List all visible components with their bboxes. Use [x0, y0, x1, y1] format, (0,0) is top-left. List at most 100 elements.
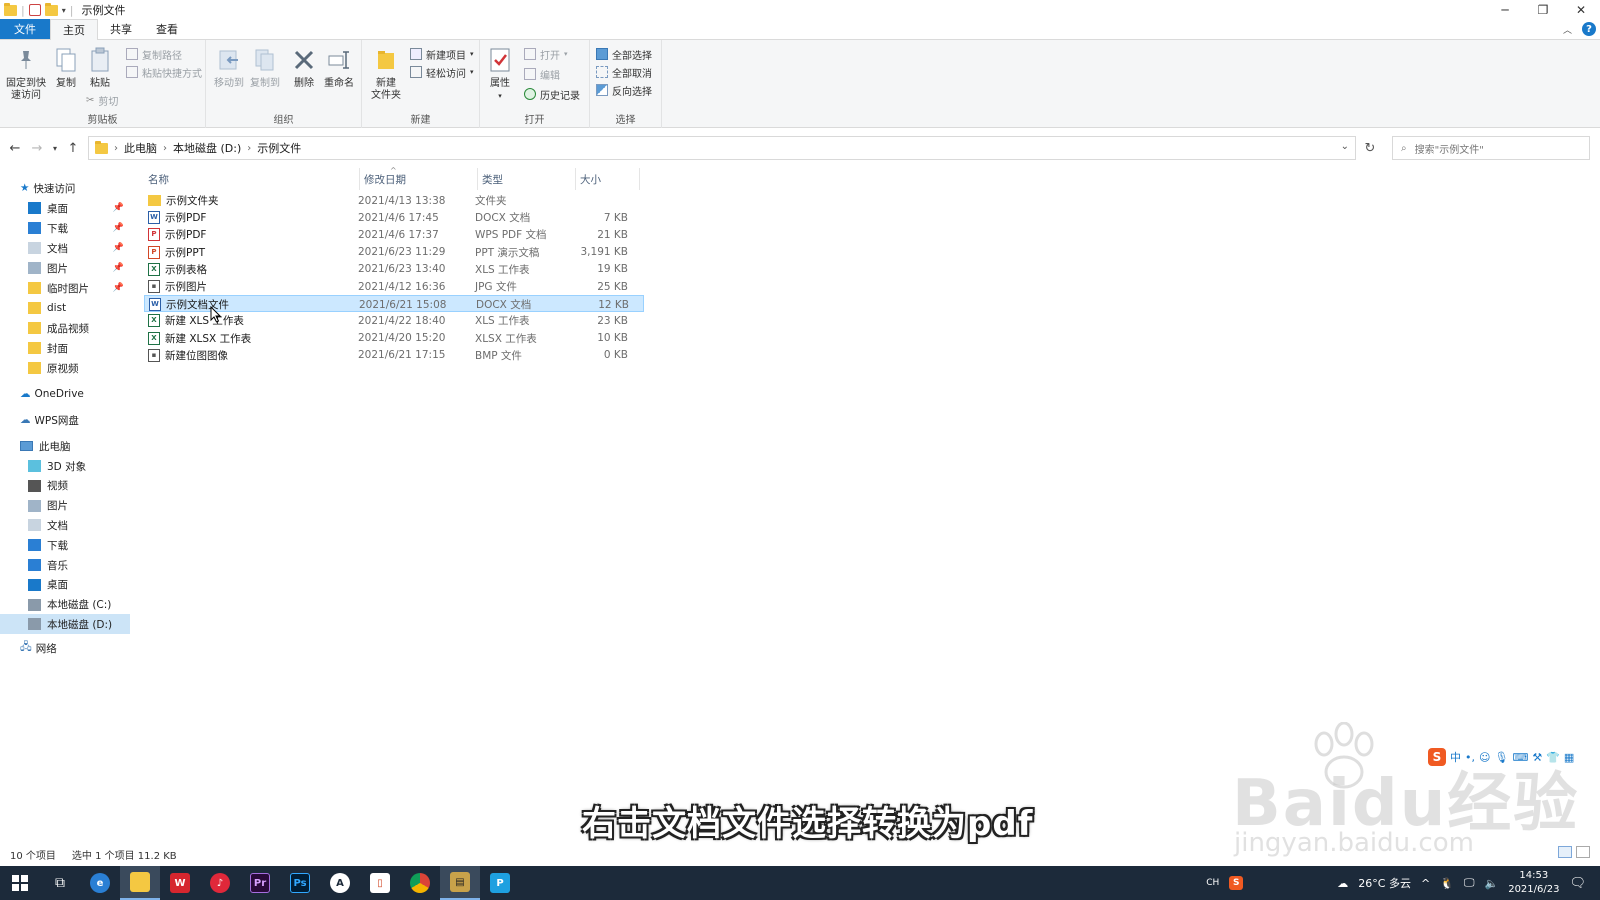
file-row[interactable]: ▪ 示例图片 2021/4/12 16:36 JPG 文件 25 KB — [144, 278, 644, 295]
help-icon[interactable]: ? — [1582, 22, 1596, 36]
clock[interactable]: 14:53 2021/6/23 — [1508, 869, 1559, 897]
notifications-icon[interactable]: 🗨 — [1569, 876, 1586, 891]
search-box[interactable]: ⌕ 搜索"示例文件" — [1392, 136, 1590, 160]
nav-this-pc[interactable]: 此电脑 — [0, 436, 130, 456]
ime-mode[interactable]: 中 — [1450, 749, 1461, 765]
address-dropdown-icon[interactable]: ⌄ — [1341, 141, 1349, 152]
nav-quick-item[interactable]: 原视频 — [0, 358, 130, 378]
start-button[interactable] — [0, 866, 40, 900]
nav-quick-item[interactable]: 桌面 📌 — [0, 198, 130, 218]
qq-icon[interactable]: 🐧 — [1440, 877, 1454, 890]
skin-icon[interactable]: 👕 — [1546, 751, 1560, 764]
punctuation-icon[interactable]: •, — [1465, 751, 1475, 764]
file-row[interactable]: ▪ 新建位图图像 2021/6/21 17:15 BMP 文件 0 KB — [144, 347, 644, 364]
file-row[interactable]: P 示例PDF 2021/4/6 17:37 WPS PDF 文档 21 KB — [144, 226, 644, 243]
breadcrumb-this-pc[interactable]: 此电脑 — [124, 140, 157, 156]
column-date-header[interactable]: 修改日期 — [360, 168, 478, 190]
emoji-icon[interactable]: ☺ — [1479, 751, 1490, 764]
volume-icon[interactable]: 🔈 — [1485, 877, 1499, 890]
taskbar-recorder[interactable]: ▤ — [440, 866, 480, 900]
nav-quick-item[interactable]: 成品视频 — [0, 318, 130, 338]
collapse-ribbon-icon[interactable]: ︿ — [1563, 23, 1572, 36]
copy-to-button[interactable]: 复制到 — [248, 46, 282, 90]
taskbar-photoshop[interactable]: Ps — [280, 866, 320, 900]
nav-pc-item[interactable]: 图片 — [0, 496, 130, 516]
tab-home[interactable]: 主页 — [50, 19, 98, 40]
edit-button[interactable]: 编辑 — [524, 66, 560, 82]
restore-button[interactable]: ❐ — [1524, 0, 1562, 20]
nav-pc-item[interactable]: 音乐 — [0, 555, 130, 575]
select-all-button[interactable]: 全部选择 — [596, 46, 652, 62]
nav-pc-item[interactable]: 桌面 — [0, 575, 130, 595]
history-button[interactable]: 历史记录 — [524, 86, 580, 102]
tray-overflow-icon[interactable]: ^ — [1421, 877, 1430, 890]
open-button[interactable]: 打开 ▾ — [524, 46, 568, 62]
invert-selection-button[interactable]: 反向选择 — [596, 82, 652, 98]
network-status-icon[interactable]: 🖵 — [1464, 876, 1475, 890]
nav-pc-item[interactable]: 文档 — [0, 515, 130, 535]
search-input[interactable]: 搜索"示例文件" — [1415, 141, 1484, 156]
file-row[interactable]: W 示例PDF 2021/4/6 17:45 DOCX 文档 7 KB — [144, 209, 644, 226]
nav-quick-item[interactable]: 下载 📌 — [0, 218, 130, 238]
sogou-tray-icon[interactable]: S — [1229, 876, 1244, 890]
recent-locations-dropdown[interactable]: ▾ — [48, 137, 62, 159]
weather-cloud-icon[interactable]: ☁ — [1337, 877, 1348, 890]
nav-pc-item[interactable]: 下载 — [0, 535, 130, 555]
taskbar-chrome[interactable] — [400, 866, 440, 900]
properties-button[interactable]: 属性 ▾ — [486, 46, 514, 102]
delete-button[interactable]: 删除 — [290, 46, 318, 90]
file-row[interactable]: X 新建 XLSX 工作表 2021/4/20 15:20 XLSX 工作表 10 KB — [144, 330, 644, 347]
nav-quick-item[interactable]: 图片 📌 — [0, 258, 130, 278]
file-row[interactable]: P 示例PPT 2021/6/23 11:29 PPT 演示文稿 3,191 KB — [144, 244, 644, 261]
minimize-button[interactable]: ─ — [1486, 0, 1524, 20]
breadcrumb-drive-d[interactable]: 本地磁盘 (D:) — [173, 140, 241, 156]
nav-quick-item[interactable]: 文档 📌 — [0, 238, 130, 258]
copy-button[interactable]: 复制 — [52, 46, 80, 90]
back-button[interactable]: ← — [4, 137, 26, 159]
nav-onedrive[interactable]: ☁ OneDrive — [0, 384, 130, 404]
nav-wps-drive[interactable]: ☁ WPS网盘 — [0, 410, 130, 430]
toolbox-icon[interactable]: ⚒ — [1532, 751, 1542, 764]
file-row[interactable]: X 示例表格 2021/6/23 13:40 XLS 工作表 19 KB — [144, 261, 644, 278]
taskbar-app-p[interactable]: P — [480, 866, 520, 900]
taskbar-edge[interactable]: e — [80, 866, 120, 900]
paste-shortcut-button[interactable]: 粘贴快捷方式 — [126, 64, 202, 80]
taskbar-wps[interactable]: W — [160, 866, 200, 900]
properties-check-icon[interactable] — [28, 4, 41, 16]
breadcrumb-current-folder[interactable]: 示例文件 — [257, 140, 301, 156]
nav-pc-item[interactable]: 3D 对象 — [0, 456, 130, 476]
tab-share[interactable]: 共享 — [98, 19, 144, 39]
language-indicator[interactable]: CH — [1206, 878, 1219, 888]
forward-button[interactable]: → — [26, 137, 48, 159]
nav-pc-item[interactable]: 本地磁盘 (D:) — [0, 614, 130, 635]
nav-network[interactable]: 🖧 网络 — [0, 638, 130, 658]
close-button[interactable]: ✕ — [1562, 0, 1600, 20]
taskbar-office[interactable]: ▯ — [360, 866, 400, 900]
new-item-button[interactable]: 新建项目 ▾ — [410, 46, 474, 62]
file-row[interactable]: 示例文件夹 2021/4/13 13:38 文件夹 — [144, 192, 644, 209]
nav-quick-item[interactable]: 临时图片 📌 — [0, 278, 130, 298]
customize-dropdown-icon[interactable]: ▾ — [62, 6, 66, 15]
pin-quick-access-button[interactable]: 固定到快 速访问 — [4, 46, 48, 102]
nav-quick-access[interactable]: ★ 快速访问 — [0, 178, 130, 198]
nav-pc-item[interactable]: 本地磁盘 (C:) — [0, 595, 130, 615]
cut-button[interactable]: ✂ 剪切 — [86, 92, 118, 108]
microphone-icon[interactable]: 🎙 — [1494, 751, 1508, 764]
address-bar[interactable]: › 此电脑 › 本地磁盘 (D:) › 示例文件 ⌄ — [88, 136, 1356, 160]
nav-quick-item[interactable]: 封面 — [0, 338, 130, 358]
taskbar-file-explorer[interactable] — [120, 866, 160, 900]
nav-quick-item[interactable]: dist — [0, 298, 130, 318]
menu-grid-icon[interactable]: ▦ — [1564, 751, 1574, 764]
refresh-button[interactable]: ↻ — [1358, 136, 1382, 160]
taskbar-app-a[interactable]: A — [320, 866, 360, 900]
column-name-header[interactable]: 名称 — [144, 168, 360, 190]
rename-button[interactable]: 重命名 — [322, 46, 356, 90]
tab-file[interactable]: 文件 — [0, 19, 50, 39]
task-view-button[interactable]: ⧉ — [40, 866, 80, 900]
new-folder-quick-icon[interactable] — [44, 2, 58, 16]
column-type-header[interactable]: 类型 — [478, 168, 576, 190]
move-to-button[interactable]: 移动到 — [212, 46, 246, 90]
tab-view[interactable]: 查看 — [144, 19, 190, 39]
select-none-button[interactable]: 全部取消 — [596, 64, 652, 80]
taskbar-premiere[interactable]: Pr — [240, 866, 280, 900]
